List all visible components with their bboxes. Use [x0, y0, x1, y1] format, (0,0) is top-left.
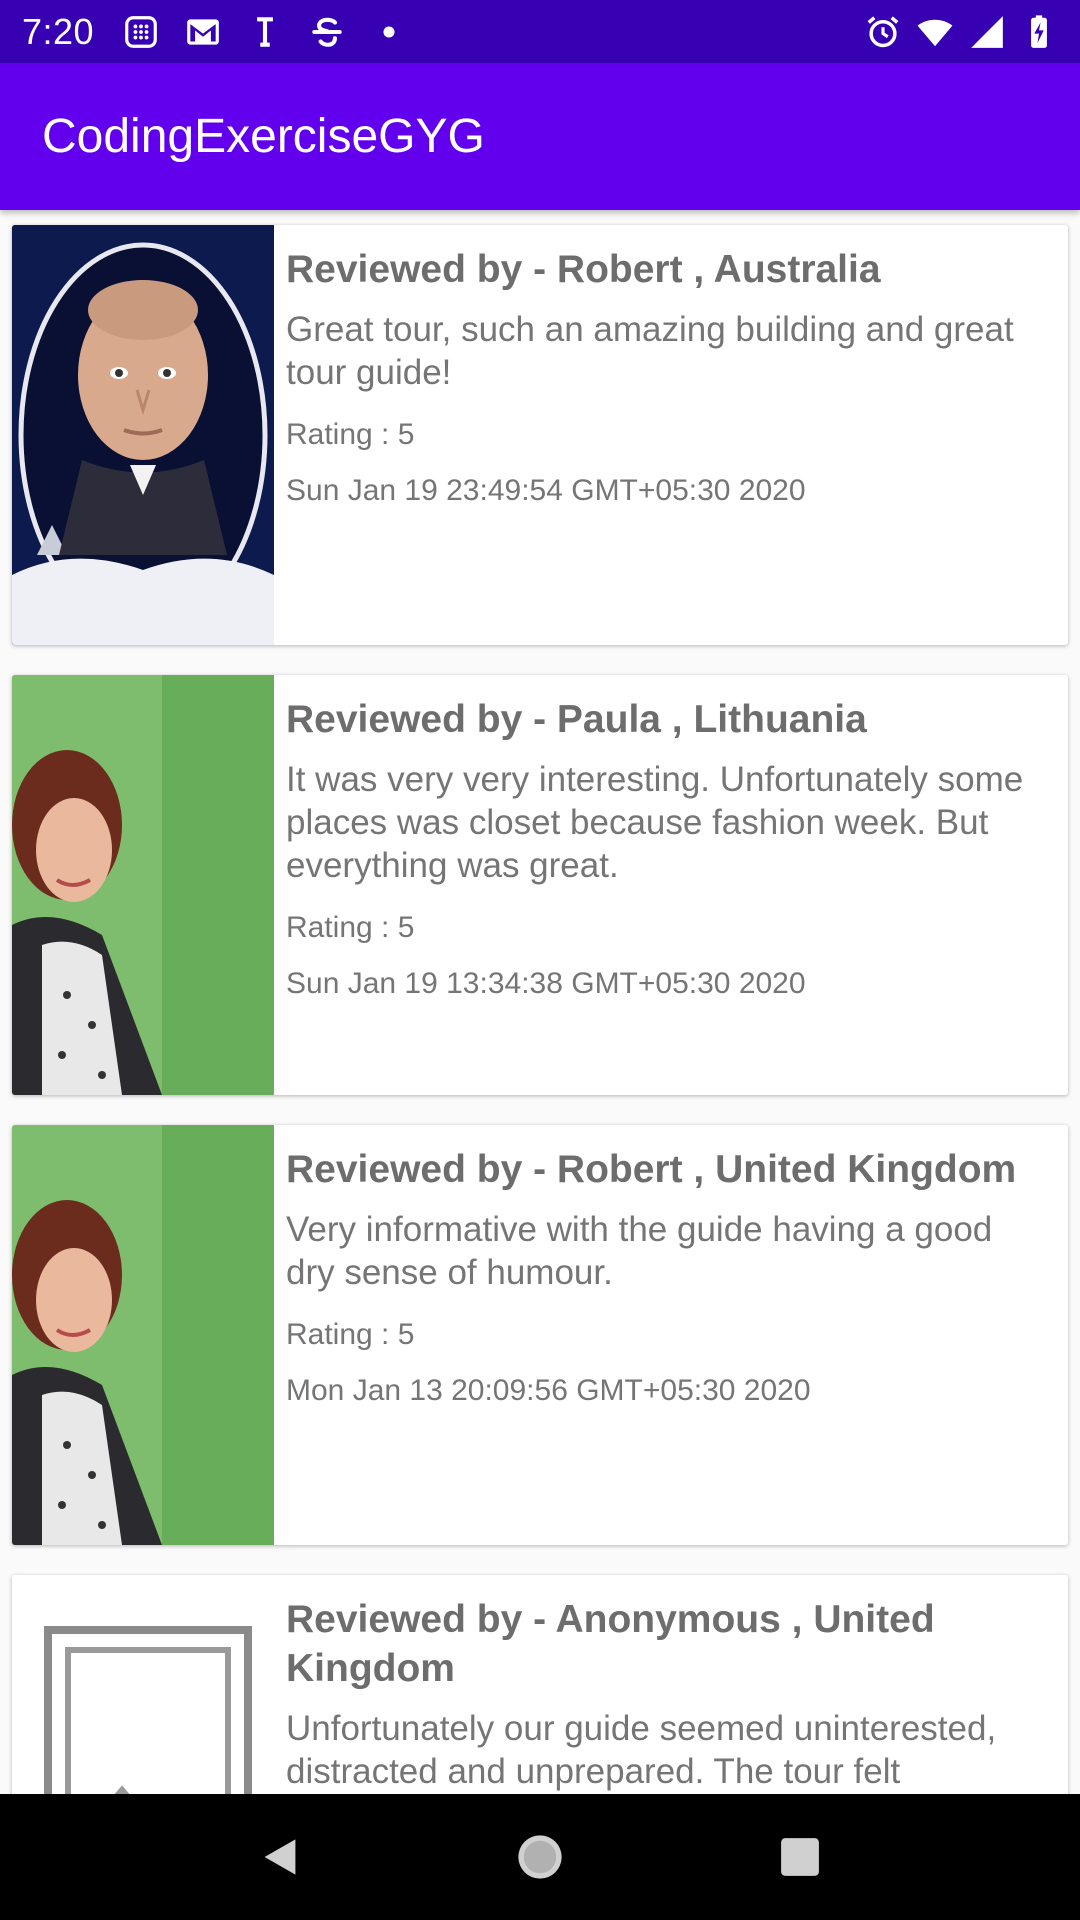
status-time: 7:20: [22, 10, 95, 52]
placeholder-image-icon: [12, 1575, 274, 1794]
review-card[interactable]: Reviewed by - Robert , United Kingdom Ve…: [12, 1125, 1068, 1545]
review-rating: Rating : 5: [286, 1318, 415, 1351]
review-list[interactable]: Reviewed by - Robert , Australia Great t…: [0, 210, 1080, 1794]
review-rating: Rating : 5: [286, 418, 415, 451]
reviewer-name: Reviewed by - Robert , United Kingdom: [286, 1148, 1017, 1191]
wifi-icon: [916, 13, 954, 51]
review-content: Reviewed by - Robert , United Kingdom Ve…: [274, 1125, 1068, 1545]
app-bar: CodingExerciseGYG: [0, 63, 1080, 210]
app-title: CodingExerciseGYG: [42, 110, 485, 163]
signal-icon: [968, 13, 1006, 51]
review-card[interactable]: Reviewed by - Robert , Australia Great t…: [12, 225, 1068, 645]
review-card[interactable]: Reviewed by - Anonymous , United Kingdom…: [12, 1575, 1068, 1794]
status-bar: 7:20: [0, 0, 1080, 63]
strikethrough-app-icon: [308, 13, 346, 51]
reviewer-photo: [12, 675, 274, 1095]
navigation-bar: [0, 1794, 1080, 1920]
review-message: Great tour, such an amazing building and…: [286, 310, 1014, 392]
back-icon[interactable]: [245, 1822, 315, 1892]
reviewer-photo: [12, 225, 274, 645]
recents-icon[interactable]: [765, 1822, 835, 1892]
review-card[interactable]: Reviewed by - Paula , Lithuania It was v…: [12, 675, 1068, 1095]
review-message: Very informative with the guide having a…: [286, 1210, 993, 1292]
reviewer-photo: [12, 1125, 274, 1545]
review-content: Reviewed by - Anonymous , United Kingdom…: [274, 1575, 1068, 1794]
review-content: Reviewed by - Robert , Australia Great t…: [274, 225, 1068, 645]
notification-icons: [122, 13, 408, 51]
home-icon[interactable]: [505, 1822, 575, 1892]
review-rating: Rating : 5: [286, 911, 415, 944]
gmail-icon: [184, 13, 222, 51]
review-date: Mon Jan 13 20:09:56 GMT+05:30 2020: [286, 1374, 811, 1407]
alarm-icon: [864, 13, 902, 51]
review-message: It was very very interesting. Unfortunat…: [286, 760, 1024, 885]
review-date: Sun Jan 19 23:49:54 GMT+05:30 2020: [286, 474, 806, 507]
review-content: Reviewed by - Paula , Lithuania It was v…: [274, 675, 1068, 1095]
review-date: Sun Jan 19 13:34:38 GMT+05:30 2020: [286, 967, 806, 1000]
reviewer-name: Reviewed by - Robert , Australia: [286, 248, 881, 291]
reviewer-name: Reviewed by - Paula , Lithuania: [286, 698, 867, 741]
system-icons: [864, 13, 1058, 51]
review-message: Unfortunately our guide seemed uninteres…: [286, 1709, 997, 1791]
dot-icon: [370, 13, 408, 51]
calculator-icon: [122, 13, 160, 51]
battery-charging-icon: [1020, 13, 1058, 51]
text-icon: [246, 13, 284, 51]
reviewer-name: Reviewed by - Anonymous , United Kingdom: [286, 1598, 935, 1690]
